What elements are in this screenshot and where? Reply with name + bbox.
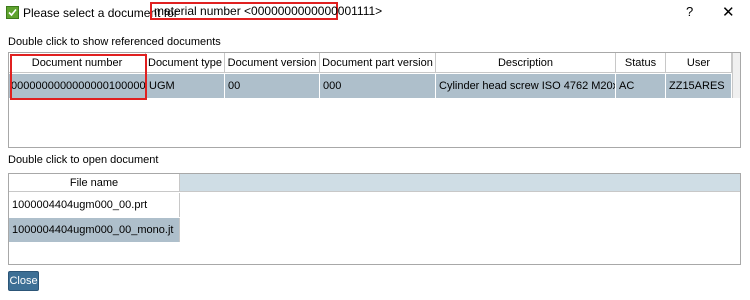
cell-document-part-version[interactable]: 000 [320,74,436,98]
column-header-document-version[interactable]: Document version [225,53,320,73]
column-header-user[interactable]: User [666,53,732,73]
column-header-file-name[interactable]: File name [9,174,180,192]
window-title-material-number: material number <0000000000000001111> [150,2,382,20]
title-bar: Please select a document for material nu… [0,0,750,26]
header-empty-area [180,174,740,192]
column-header-document-number[interactable]: Document number [9,53,146,73]
help-button[interactable]: ? [686,4,693,19]
column-header-document-part-version[interactable]: Document part version [320,53,436,73]
open-document-label: Double click to open document [8,154,159,166]
file-row[interactable]: 1000004404ugm000_00.prt [9,193,180,217]
referenced-documents-table[interactable]: Document number Document type Document v… [8,52,741,148]
cell-description[interactable]: Cylinder head screw ISO 4762 M20x160 [436,74,616,98]
column-header-description[interactable]: Description [436,53,616,73]
app-icon [6,6,19,19]
cell-document-version[interactable]: 00 [225,74,320,98]
column-header-status[interactable]: Status [616,53,666,73]
column-header-document-type[interactable]: Document type [146,53,225,73]
window-close-button[interactable]: ✕ [722,3,735,21]
cell-document-type[interactable]: UGM [146,74,225,98]
close-button[interactable]: Close [8,271,39,291]
cell-document-number[interactable]: 00000000000000001000004404 [9,74,146,98]
referenced-documents-label: Double click to show referenced document… [8,36,221,48]
cell-status[interactable]: AC [616,74,666,98]
vertical-scrollbar[interactable] [732,53,740,98]
cell-user[interactable]: ZZ15ARES [666,74,732,98]
file-row-selected[interactable]: 1000004404ugm000_00_mono.jt [9,218,180,242]
files-table[interactable]: File name 1000004404ugm000_00.prt 100000… [8,173,741,265]
